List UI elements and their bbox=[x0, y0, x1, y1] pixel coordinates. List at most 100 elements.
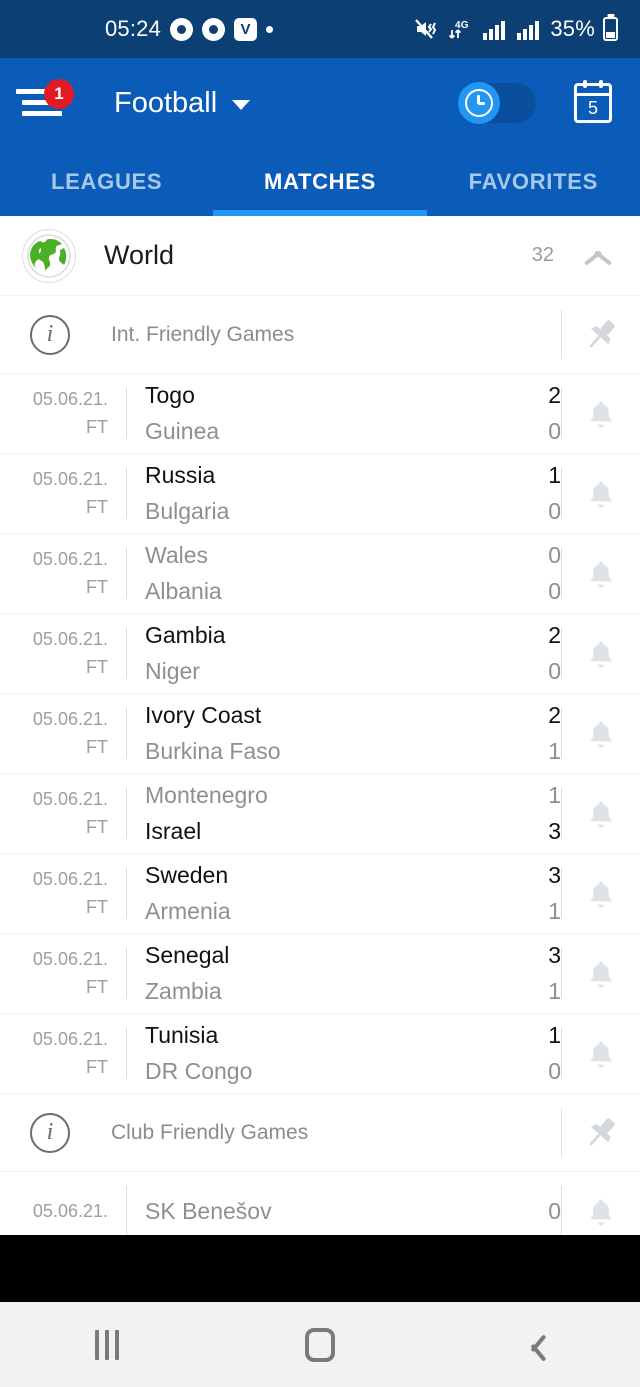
match-row[interactable]: 05.06.21. SK Benešov 0 bbox=[0, 1172, 640, 1235]
match-date: 05.06.21. bbox=[32, 1028, 108, 1049]
match-teams: Sweden Armenia bbox=[127, 854, 501, 933]
home-team: Togo bbox=[145, 381, 195, 408]
bell-icon[interactable] bbox=[584, 557, 618, 591]
notification-cell[interactable] bbox=[562, 694, 640, 773]
match-teams: Senegal Zambia bbox=[127, 934, 501, 1013]
home-score: 0 bbox=[548, 541, 561, 568]
match-date-status: 05.06.21. FT bbox=[0, 1014, 108, 1093]
match-scores: 10 bbox=[501, 454, 561, 533]
home-team: Tunisia bbox=[145, 1021, 219, 1048]
app-bar-top: 1 Football 5 bbox=[0, 58, 640, 148]
info-icon[interactable]: i bbox=[30, 1112, 70, 1153]
match-status: FT bbox=[86, 656, 108, 677]
match-date-status: 05.06.21. FT bbox=[0, 534, 108, 613]
home-team: Wales bbox=[145, 541, 209, 568]
status-bar-left: 05:24 V bbox=[0, 16, 274, 42]
chevron-up-icon[interactable] bbox=[584, 242, 612, 270]
match-row[interactable]: 05.06.21. FT Wales Albania 0 0 bbox=[0, 534, 640, 614]
country-header-world[interactable]: World 32 bbox=[0, 216, 640, 296]
home-score: 2 bbox=[548, 701, 561, 728]
notification-cell[interactable] bbox=[562, 534, 640, 613]
away-score: 0 bbox=[548, 577, 561, 604]
notification-cell[interactable] bbox=[562, 1014, 640, 1093]
bell-icon[interactable] bbox=[584, 477, 618, 511]
match-scores: 00 bbox=[501, 534, 561, 613]
bell-icon[interactable] bbox=[584, 637, 618, 671]
bell-icon[interactable] bbox=[584, 717, 618, 751]
tab-matches[interactable]: MATCHES bbox=[213, 148, 427, 216]
bell-icon[interactable] bbox=[584, 397, 618, 431]
home-score: 3 bbox=[548, 941, 561, 968]
match-row[interactable]: 05.06.21. FT Senegal Zambia 3 1 bbox=[0, 934, 640, 1014]
tab-favorites[interactable]: FAVORITES bbox=[427, 148, 640, 216]
tab-leagues[interactable]: LEAGUES bbox=[0, 148, 213, 216]
home-score: 0 bbox=[548, 1197, 561, 1224]
bell-icon[interactable] bbox=[584, 797, 618, 831]
phone-screen: 05:24 V 4G 35% 1 Football 5 LEAGUES MATC… bbox=[0, 0, 640, 1387]
league-header[interactable]: i Int. Friendly Games bbox=[0, 296, 640, 374]
match-scores: 10 bbox=[501, 1014, 561, 1093]
match-date-status: 05.06.21. bbox=[0, 1172, 108, 1235]
recents-button[interactable] bbox=[0, 1329, 213, 1360]
notification-cell[interactable] bbox=[562, 774, 640, 853]
home-button[interactable] bbox=[213, 1327, 426, 1362]
match-row[interactable]: 05.06.21. FT Tunisia DR Congo 1 0 bbox=[0, 1014, 640, 1094]
match-row[interactable]: 05.06.21. FT Russia Bulgaria 1 0 bbox=[0, 454, 640, 534]
match-row[interactable]: 05.06.21. FT Togo Guinea 2 0 bbox=[0, 374, 640, 454]
match-scores: 20 bbox=[501, 374, 561, 453]
home-score: 2 bbox=[548, 621, 561, 648]
away-score: 0 bbox=[548, 657, 561, 684]
match-status: FT bbox=[86, 416, 108, 437]
media-player-icon bbox=[170, 17, 194, 41]
tab-matches-label: MATCHES bbox=[263, 169, 377, 194]
away-team: Niger bbox=[145, 657, 200, 684]
away-team: Bulgaria bbox=[145, 497, 230, 524]
home-team: Ivory Coast bbox=[145, 701, 262, 728]
match-teams: Togo Guinea bbox=[127, 374, 501, 453]
match-date-status: 05.06.21. FT bbox=[0, 374, 108, 453]
bell-icon[interactable] bbox=[584, 1037, 618, 1071]
mute-vibrate-icon bbox=[414, 17, 440, 41]
away-team: Guinea bbox=[145, 417, 220, 444]
home-team: Gambia bbox=[145, 621, 226, 648]
bell-icon[interactable] bbox=[584, 877, 618, 911]
chevron-down-icon bbox=[232, 100, 251, 110]
match-row[interactable]: 05.06.21. FT Ivory Coast Burkina Faso 2 1 bbox=[0, 694, 640, 774]
match-status: FT bbox=[86, 736, 108, 757]
pin-icon[interactable] bbox=[580, 1112, 622, 1154]
away-team: Albania bbox=[145, 577, 222, 604]
notification-cell[interactable] bbox=[562, 374, 640, 453]
match-row[interactable]: 05.06.21. FT Gambia Niger 2 0 bbox=[0, 614, 640, 694]
notification-cell[interactable] bbox=[562, 1172, 640, 1235]
divider bbox=[561, 1108, 562, 1157]
info-icon[interactable]: i bbox=[30, 314, 70, 355]
notification-cell[interactable] bbox=[562, 934, 640, 1013]
match-scores: 13 bbox=[501, 774, 561, 853]
home-team: Senegal bbox=[145, 941, 230, 968]
match-date-status: 05.06.21. FT bbox=[0, 614, 108, 693]
match-scores: 31 bbox=[501, 934, 561, 1013]
league-header[interactable]: i Club Friendly Games bbox=[0, 1094, 640, 1172]
league-name: Club Friendly Games bbox=[111, 1120, 309, 1144]
match-row[interactable]: 05.06.21. FT Sweden Armenia 3 1 bbox=[0, 854, 640, 934]
home-team: Russia bbox=[145, 461, 216, 488]
dot-icon bbox=[266, 25, 274, 33]
menu-button[interactable]: 1 bbox=[16, 79, 74, 123]
match-row[interactable]: 05.06.21. FT Montenegro Israel 1 3 bbox=[0, 774, 640, 854]
bell-icon[interactable] bbox=[584, 957, 618, 991]
sport-selector[interactable]: Football bbox=[114, 87, 251, 120]
match-date: 05.06.21. bbox=[32, 708, 108, 729]
notification-cell[interactable] bbox=[562, 854, 640, 933]
calendar-button[interactable]: 5 bbox=[574, 80, 612, 123]
notification-cell[interactable] bbox=[562, 454, 640, 533]
live-toggle[interactable] bbox=[458, 82, 536, 124]
pin-icon[interactable] bbox=[580, 314, 622, 356]
bell-icon[interactable] bbox=[584, 1195, 618, 1229]
tab-favorites-label: FAVORITES bbox=[468, 169, 598, 194]
match-date: 05.06.21. bbox=[32, 548, 108, 569]
notification-cell[interactable] bbox=[562, 614, 640, 693]
match-list[interactable]: World 32 i Int. Friendly Games 05.06.21. FT… bbox=[0, 216, 640, 1235]
clock-icon bbox=[458, 82, 500, 124]
back-button[interactable] bbox=[427, 1333, 640, 1357]
home-team: SK Benešov bbox=[145, 1197, 272, 1224]
